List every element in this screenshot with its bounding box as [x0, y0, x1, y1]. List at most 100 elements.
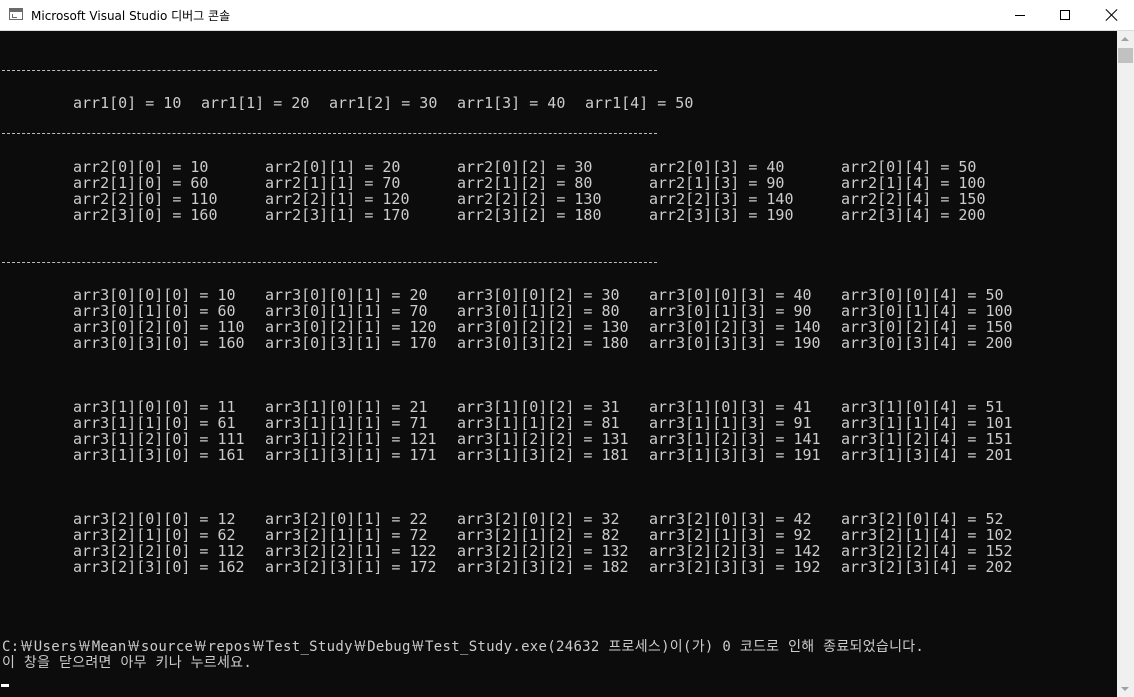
text-cursor	[1, 684, 9, 687]
arr3-value: arr3[0][1][4] = 100	[841, 302, 1013, 320]
separator-line	[2, 262, 657, 263]
window-title: Microsoft Visual Studio 디버그 콘솔	[31, 9, 231, 23]
maximize-icon	[1060, 10, 1070, 20]
arr3-value: arr3[0][1][3] = 90	[649, 302, 812, 320]
arr3-value: arr3[1][0][3] = 41	[649, 398, 812, 416]
arr3-value: arr3[1][1][4] = 101	[841, 414, 1013, 432]
arr3-value: arr3[2][2][4] = 152	[841, 542, 1013, 560]
arr3-value: arr3[2][1][2] = 82	[457, 526, 620, 544]
arr3-value: arr3[0][0][4] = 50	[841, 286, 1004, 304]
arr3-value: arr3[0][0][2] = 30	[457, 286, 620, 304]
arr3-value: arr3[0][3][3] = 190	[649, 334, 821, 352]
arr2-value: arr2[3][4] = 200	[841, 206, 986, 224]
arr3-value: arr3[2][3][1] = 172	[265, 558, 437, 576]
arr3-value: arr3[2][3][3] = 192	[649, 558, 821, 576]
arr2-value: arr2[3][1] = 170	[265, 206, 410, 224]
exit-message: C:￦Users￦Mean￦source￦repos￦Test_Study￦De…	[2, 639, 925, 655]
arr3-value: arr3[0][1][2] = 80	[457, 302, 620, 320]
arr3-value: arr3[1][2][4] = 151	[841, 430, 1013, 448]
arr3-value: arr3[0][2][3] = 140	[649, 318, 821, 336]
arr3-value: arr3[1][3][0] = 161	[73, 446, 245, 464]
arr3-value: arr3[2][0][0] = 12	[73, 510, 236, 528]
arr3-value: arr3[1][3][3] = 191	[649, 446, 821, 464]
arr2-value: arr2[1][2] = 80	[457, 174, 593, 192]
arr2-value: arr2[0][2] = 30	[457, 158, 593, 176]
separator-line	[2, 133, 657, 134]
arr3-value: arr3[0][0][3] = 40	[649, 286, 812, 304]
title-bar: Microsoft Visual Studio 디버그 콘솔	[0, 0, 1134, 31]
arr3-value: arr3[2][2][1] = 122	[265, 542, 437, 560]
arr2-value: arr2[3][3] = 190	[649, 206, 794, 224]
minimize-button[interactable]	[998, 0, 1043, 30]
arr3-value: arr3[0][1][0] = 60	[73, 302, 236, 320]
arr3-value: arr3[0][2][0] = 110	[73, 318, 245, 336]
arr3-value: arr3[1][0][1] = 21	[265, 398, 428, 416]
arr3-value: arr3[0][0][1] = 20	[265, 286, 428, 304]
maximize-button[interactable]	[1043, 0, 1088, 30]
arr3-value: arr3[1][2][0] = 111	[73, 430, 245, 448]
arr3-value: arr3[2][1][1] = 72	[265, 526, 428, 544]
arr3-value: arr3[0][3][2] = 180	[457, 334, 629, 352]
arr3-value: arr3[1][0][2] = 31	[457, 398, 620, 416]
arr2-value: arr2[1][3] = 90	[649, 174, 785, 192]
arr3-value: arr3[1][2][3] = 141	[649, 430, 821, 448]
console-output[interactable]	[0, 31, 1117, 697]
arr3-value: arr3[1][0][0] = 11	[73, 398, 236, 416]
arr3-value: arr3[0][3][1] = 170	[265, 334, 437, 352]
arr3-value: arr3[2][1][3] = 92	[649, 526, 812, 544]
arr2-value: arr2[1][1] = 70	[265, 174, 401, 192]
arr3-value: arr3[1][1][1] = 71	[265, 414, 428, 432]
vertical-scrollbar[interactable]	[1117, 31, 1134, 697]
arr3-value: arr3[2][3][2] = 182	[457, 558, 629, 576]
arr2-value: arr2[2][2] = 130	[457, 190, 602, 208]
arr3-value: arr3[1][2][2] = 131	[457, 430, 629, 448]
arr3-value: arr3[1][0][4] = 51	[841, 398, 1004, 416]
arr3-value: arr3[2][1][0] = 62	[73, 526, 236, 544]
arr3-value: arr3[1][3][1] = 171	[265, 446, 437, 464]
arr3-value: arr3[1][2][1] = 121	[265, 430, 437, 448]
arr3-value: arr3[0][3][0] = 160	[73, 334, 245, 352]
arr1-value: arr1[0] = 10	[73, 94, 182, 112]
arr3-value: arr3[0][2][4] = 150	[841, 318, 1013, 336]
scroll-thumb[interactable]	[1118, 48, 1133, 63]
arr3-value: arr3[0][2][1] = 120	[265, 318, 437, 336]
arr3-value: arr3[2][0][4] = 52	[841, 510, 1004, 528]
scroll-down-arrow-icon[interactable]	[1117, 680, 1134, 697]
arr3-value: arr3[0][3][4] = 200	[841, 334, 1013, 352]
separator-line	[2, 70, 657, 71]
arr2-value: arr2[2][4] = 150	[841, 190, 986, 208]
minimize-icon	[1015, 15, 1025, 16]
arr3-value: arr3[1][3][2] = 181	[457, 446, 629, 464]
prompt-message: 이 창을 닫으려면 아무 키나 누르세요.	[2, 655, 253, 671]
arr3-value: arr3[2][2][3] = 142	[649, 542, 821, 560]
close-button[interactable]	[1089, 0, 1134, 30]
arr2-value: arr2[3][0] = 160	[73, 206, 218, 224]
arr3-value: arr3[2][0][2] = 32	[457, 510, 620, 528]
arr2-value: arr2[1][0] = 60	[73, 174, 209, 192]
arr3-value: arr3[1][1][2] = 81	[457, 414, 620, 432]
arr1-value: arr1[4] = 50	[585, 94, 694, 112]
arr2-value: arr2[0][1] = 20	[265, 158, 401, 176]
arr3-value: arr3[1][3][4] = 201	[841, 446, 1013, 464]
arr3-value: arr3[2][3][0] = 162	[73, 558, 245, 576]
arr2-value: arr2[2][0] = 110	[73, 190, 218, 208]
arr3-value: arr3[2][0][3] = 42	[649, 510, 812, 528]
arr2-value: arr2[0][3] = 40	[649, 158, 785, 176]
arr2-value: arr2[1][4] = 100	[841, 174, 986, 192]
arr2-value: arr2[3][2] = 180	[457, 206, 602, 224]
arr3-value: arr3[2][0][1] = 22	[265, 510, 428, 528]
arr3-value: arr3[2][3][4] = 202	[841, 558, 1013, 576]
arr2-value: arr2[2][1] = 120	[265, 190, 410, 208]
arr3-value: arr3[2][2][2] = 132	[457, 542, 629, 560]
arr3-value: arr3[1][1][3] = 91	[649, 414, 812, 432]
arr2-value: arr2[2][3] = 140	[649, 190, 794, 208]
console-app-icon	[9, 8, 23, 20]
arr2-value: arr2[0][4] = 50	[841, 158, 977, 176]
arr3-value: arr3[0][2][2] = 130	[457, 318, 629, 336]
arr1-value: arr1[1] = 20	[201, 94, 310, 112]
arr3-value: arr3[2][2][0] = 112	[73, 542, 245, 560]
arr2-value: arr2[0][0] = 10	[73, 158, 209, 176]
arr3-value: arr3[1][1][0] = 61	[73, 414, 236, 432]
arr1-value: arr1[3] = 40	[457, 94, 566, 112]
scroll-up-arrow-icon[interactable]	[1117, 31, 1134, 48]
